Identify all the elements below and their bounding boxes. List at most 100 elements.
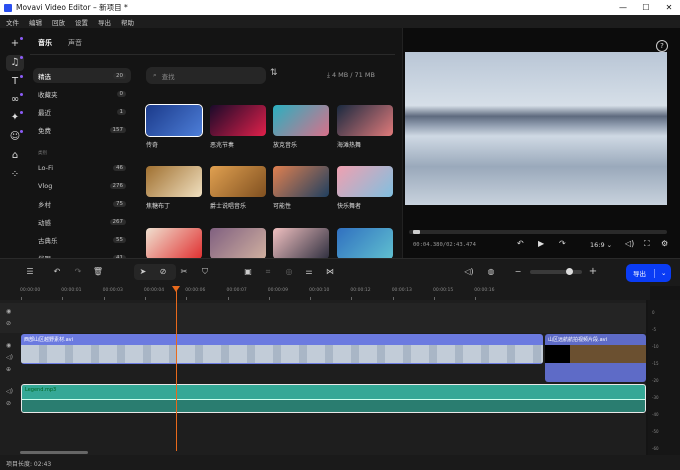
music-icon[interactable]: ♫ — [6, 55, 24, 71]
genre-count: 46 — [113, 164, 126, 171]
crop-icon[interactable]: ⌗ — [261, 265, 275, 279]
genre-item[interactable]: 动感 267 — [33, 214, 131, 229]
ruler-label: 00:00:10 — [309, 288, 330, 293]
music-thumbnail[interactable] — [210, 105, 266, 136]
help-icon[interactable]: ? — [656, 40, 668, 52]
music-thumbnail[interactable] — [210, 166, 266, 197]
add-track-icon[interactable]: ☰ — [23, 265, 37, 279]
window-title: Movavi Video Editor – 新项目 * — [16, 3, 128, 12]
music-thumbnail[interactable] — [337, 228, 393, 259]
undo-icon[interactable]: ↶ — [50, 265, 64, 279]
scrubber-handle[interactable] — [412, 230, 420, 234]
aspect-ratio-select[interactable]: 16:9 ⌄ — [590, 241, 612, 249]
category-featured[interactable]: 精选 20 — [33, 68, 131, 83]
minimize-button[interactable]: — — [612, 0, 634, 15]
zoom-out-icon[interactable]: − — [511, 265, 525, 279]
category-favorites[interactable]: 收藏夹 0 — [33, 86, 131, 101]
music-title: 焦糖布丁 — [146, 203, 171, 210]
step-back-icon[interactable]: ↶ — [517, 239, 524, 248]
menu-settings[interactable]: 设置 — [75, 17, 88, 27]
redo-icon[interactable]: ↷ — [71, 265, 85, 279]
category-free[interactable]: 免费 157 — [33, 122, 131, 137]
genre-item[interactable]: 乡村 75 — [33, 196, 131, 211]
mute-icon[interactable]: ◁) — [6, 354, 13, 361]
transitions-icon[interactable]: ∞ — [6, 92, 24, 108]
export-button[interactable]: 导出 ⌄ — [626, 264, 671, 282]
link-icon[interactable]: ⊘ — [6, 400, 11, 407]
select-tool-icon[interactable]: ➤ — [136, 265, 150, 279]
ripple-tool-icon[interactable]: ⊘ — [156, 265, 170, 279]
chevron-down-icon[interactable]: ⌄ — [661, 269, 666, 277]
close-button[interactable]: ✕ — [658, 0, 680, 15]
category-recent[interactable]: 最近 1 — [33, 104, 131, 119]
sort-icon[interactable]: ⇅ — [270, 68, 278, 78]
horizontal-scrollbar[interactable] — [20, 451, 88, 454]
store-icon[interactable]: ⌂ — [6, 148, 24, 164]
music-thumbnail[interactable] — [337, 166, 393, 197]
stickers-icon[interactable]: ☺ — [6, 129, 24, 145]
audio-clip[interactable]: Legend.mp3 — [21, 384, 646, 413]
delete-icon[interactable]: 🗑 — [91, 265, 105, 279]
menu-playback[interactable]: 回放 — [52, 17, 65, 27]
project-length: 项目长度: 02:43 — [0, 455, 680, 470]
video-clip[interactable]: 西部山区越野素材.avi — [21, 334, 543, 364]
transition-icon[interactable]: ⋈ — [323, 265, 337, 279]
adjust-icon[interactable]: ⚌ — [302, 265, 316, 279]
crop-frame-icon[interactable]: ▣ — [241, 265, 255, 279]
music-title: 传奇 — [146, 142, 159, 149]
ruler-label: 00:00:15 — [433, 288, 454, 293]
playhead-handle[interactable] — [172, 286, 180, 292]
speed-icon[interactable]: ◎ — [282, 265, 296, 279]
video-clip[interactable]: 山区远航航拍视频片段.avi — [545, 334, 646, 382]
effects-icon[interactable]: ✦ — [6, 110, 24, 126]
music-thumbnail[interactable] — [210, 228, 266, 259]
music-thumbnail[interactable] — [146, 228, 202, 259]
fullscreen-icon[interactable]: ⛶ — [644, 239, 650, 249]
menu-export[interactable]: 导出 — [98, 17, 111, 27]
music-thumbnail[interactable] — [273, 105, 329, 136]
menu-help[interactable]: 帮助 — [121, 17, 134, 27]
cut-icon[interactable]: ✂ — [177, 265, 191, 279]
music-thumbnail[interactable] — [146, 166, 202, 197]
titles-icon[interactable]: T — [6, 74, 24, 90]
maximize-button[interactable]: ☐ — [635, 0, 657, 15]
ai-audio-icon[interactable]: ◍ — [484, 265, 498, 279]
music-thumbnail[interactable] — [145, 104, 203, 137]
music-title: 快乐舞者 — [337, 203, 362, 210]
zoom-slider-handle[interactable] — [566, 268, 574, 275]
menu-edit[interactable]: 编辑 — [29, 17, 42, 27]
meter-label: -20 — [652, 378, 659, 383]
music-thumbnail[interactable] — [273, 166, 329, 197]
zoom-in-icon[interactable]: + — [586, 265, 600, 279]
mute-icon[interactable]: ◁) — [6, 388, 13, 395]
volume-icon[interactable]: ◁) — [625, 239, 634, 248]
tool-sidebar: + ♫ T ∞ ✦ ☺ ⌂ ⁘ — [0, 28, 30, 258]
visibility-icon[interactable]: ◉ — [6, 342, 11, 349]
genre-item[interactable]: Vlog 276 — [33, 178, 131, 193]
storage-text: 4 MB / 71 MB — [331, 71, 375, 79]
genre-item[interactable]: 古典乐 55 — [33, 232, 131, 247]
ruler-label: 00:00:09 — [267, 288, 289, 293]
visibility-icon[interactable]: ◉ — [6, 308, 11, 315]
ruler-label: 00:00:06 — [185, 288, 206, 293]
audio-icon[interactable]: ◁) — [462, 265, 476, 279]
timeline-zoom-slider[interactable] — [530, 268, 582, 275]
genre-count: 267 — [109, 218, 126, 225]
menu-file[interactable]: 文件 — [6, 17, 19, 27]
more-tools-icon[interactable]: ⁘ — [6, 167, 24, 183]
music-thumbnail[interactable] — [337, 105, 393, 136]
music-thumbnail[interactable] — [273, 228, 329, 259]
tab-music[interactable]: 音乐 — [38, 38, 52, 48]
genre-item[interactable]: Lo-Fi 46 — [33, 160, 131, 175]
playhead[interactable] — [176, 286, 177, 451]
link-icon[interactable]: ⊘ — [6, 320, 11, 327]
play-icon[interactable]: ▶ — [538, 239, 544, 248]
settings-gear-icon[interactable]: ⚙ — [661, 239, 668, 248]
playback-scrubber[interactable] — [409, 230, 667, 234]
marker-icon[interactable]: ⛉ — [198, 265, 212, 279]
add-media-icon[interactable]: + — [6, 36, 24, 52]
lock-icon[interactable]: ⊕ — [6, 366, 11, 373]
tab-sounds[interactable]: 声音 — [68, 38, 82, 48]
search-input[interactable]: ⌕ 查找 — [146, 67, 266, 84]
step-forward-icon[interactable]: ↷ — [559, 239, 566, 248]
